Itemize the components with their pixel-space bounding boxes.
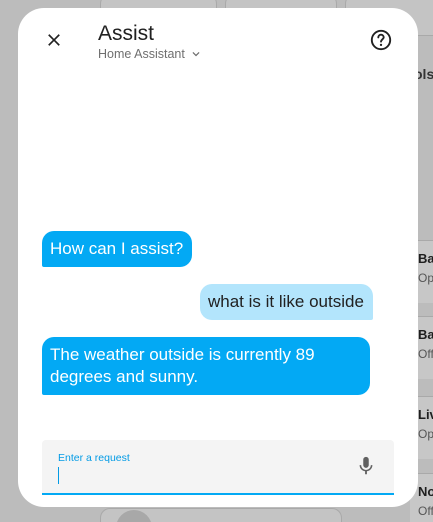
background-card-state: Op — [418, 427, 433, 441]
pipeline-name: Home Assistant — [98, 47, 185, 61]
microphone-icon — [359, 456, 373, 475]
background-card-title: Liv — [418, 407, 433, 422]
user-message: what is it like outside — [200, 284, 373, 320]
dialog-title: Assist — [98, 22, 155, 45]
assist-dialog: Assist Home Assistant How can I assist? … — [18, 8, 418, 507]
request-input-label: Enter a request — [58, 452, 130, 464]
help-button[interactable] — [367, 26, 395, 54]
request-input[interactable]: Enter a request — [42, 440, 394, 495]
pipeline-selector[interactable]: Home Assistant — [98, 47, 203, 61]
close-button[interactable] — [40, 26, 68, 54]
help-circle-icon — [370, 29, 392, 51]
background-card-title: Ba — [418, 327, 433, 342]
background-card-state: Off — [418, 347, 433, 361]
assistant-message: The weather outside is currently 89 degr… — [42, 337, 370, 395]
background-card-title: No — [418, 484, 433, 499]
assistant-message: How can I assist? — [42, 231, 193, 267]
close-icon — [48, 34, 60, 46]
background-card-state: Op — [418, 271, 433, 285]
chevron-down-icon — [192, 52, 200, 57]
background-card-title: Ba — [418, 251, 433, 266]
background-card-state: Off — [418, 504, 433, 518]
text-caret — [58, 467, 59, 484]
microphone-button[interactable] — [354, 454, 378, 478]
